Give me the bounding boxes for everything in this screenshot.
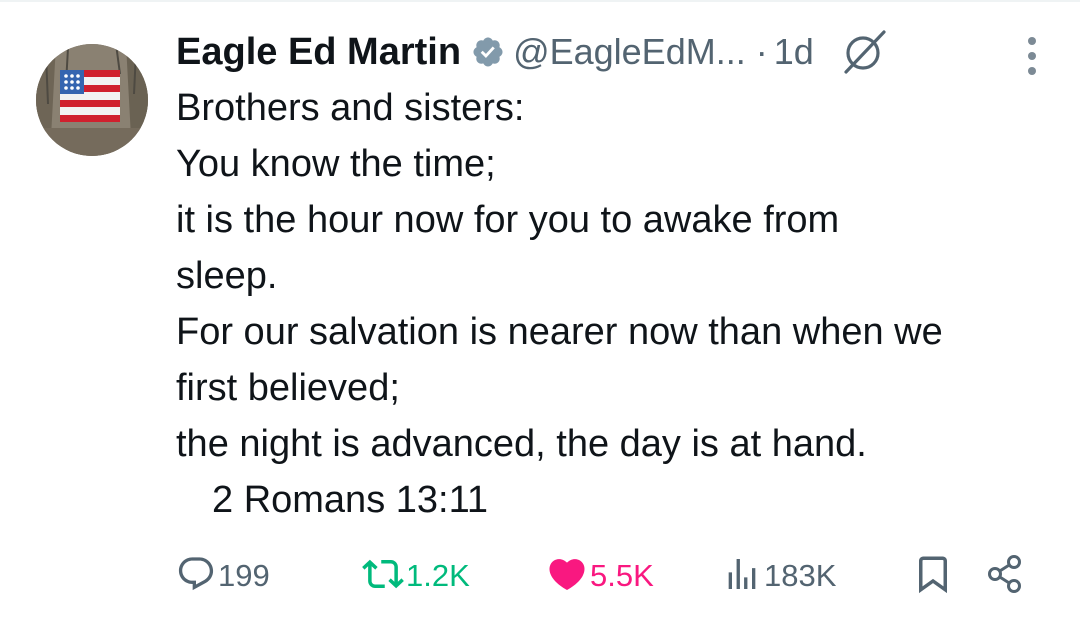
avatar-flag-image: [36, 44, 148, 156]
share-icon: [986, 553, 1028, 600]
bookmark-icon: [912, 553, 954, 600]
timestamp[interactable]: 1d: [774, 31, 814, 73]
tweet-text: Brothers and sisters: You know the time;…: [176, 80, 1056, 528]
more-options-icon[interactable]: [1028, 37, 1036, 75]
tweet-line: For our salvation is nearer now than whe…: [176, 311, 943, 353]
tweet-line: Brothers and sisters:: [176, 87, 525, 129]
share-button[interactable]: [986, 552, 1028, 600]
bookmark-button[interactable]: [912, 552, 954, 600]
author-name[interactable]: Eagle Ed Martin: [176, 31, 461, 74]
views-count: 183K: [764, 558, 837, 593]
scripture-reference: 2 Romans 13:11: [212, 479, 489, 521]
like-button[interactable]: 5.5K: [546, 552, 654, 600]
author-handle[interactable]: @EagleEdM...: [513, 31, 746, 73]
repost-count: 1.2K: [406, 558, 470, 593]
reply-button[interactable]: 199: [176, 552, 270, 600]
grok-icon[interactable]: [838, 28, 890, 76]
avatar[interactable]: [36, 44, 148, 156]
tweet-line: the night is advanced, the day is at han…: [176, 423, 867, 465]
separator-dot: ·: [755, 31, 768, 72]
views-icon: [722, 554, 762, 599]
views-button[interactable]: 183K: [722, 552, 836, 600]
reply-icon: [176, 554, 216, 599]
tweet-line: it is the hour now for you to awake from: [176, 199, 840, 241]
repost-button[interactable]: 1.2K: [362, 552, 470, 600]
tweet-line: first believed;: [176, 367, 400, 409]
tweet-line: sleep.: [176, 255, 278, 297]
reply-count: 199: [218, 558, 270, 593]
top-divider: [0, 0, 1080, 2]
repost-icon: [362, 553, 404, 600]
verified-badge-icon[interactable]: [471, 35, 505, 69]
like-count: 5.5K: [590, 558, 654, 593]
heart-icon: [546, 553, 588, 600]
tweet-header: Eagle Ed Martin @EagleEdM... · 1d: [176, 24, 1066, 80]
tweet-line: You know the time;: [176, 143, 496, 185]
